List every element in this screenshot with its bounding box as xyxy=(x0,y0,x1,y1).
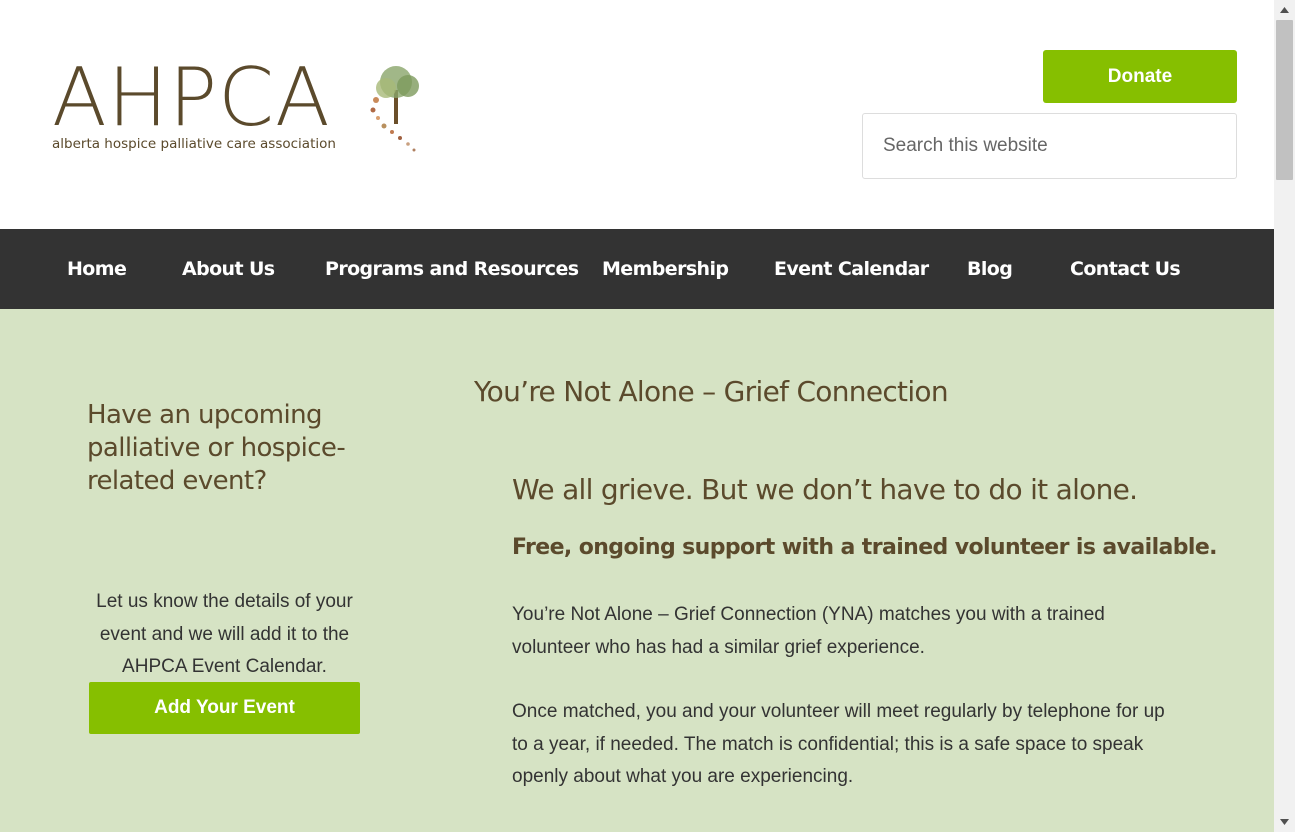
site-header: AHPCA alberta hospice palliative care as… xyxy=(0,0,1274,229)
search-input[interactable] xyxy=(862,113,1237,179)
content-area: Have an upcoming palliative or hospice-r… xyxy=(0,309,1274,832)
scrollbar-thumb[interactable] xyxy=(1276,20,1293,180)
vertical-scrollbar[interactable] xyxy=(1274,0,1295,832)
logo-subtitle: alberta hospice palliative care associat… xyxy=(52,136,336,152)
scroll-up-arrow-icon[interactable] xyxy=(1274,0,1295,20)
site-logo[interactable]: AHPCA alberta hospice palliative care as… xyxy=(52,58,432,158)
content-heading: We all grieve. But we don’t have to do i… xyxy=(512,473,1138,506)
nav-item-blog[interactable]: Blog xyxy=(967,229,1013,309)
nav-item-home[interactable]: Home xyxy=(67,229,127,309)
nav-item-contact-us[interactable]: Contact Us xyxy=(1070,229,1181,309)
nav-item-event-calendar[interactable]: Event Calendar xyxy=(774,229,929,309)
main-navigation: Home About Us Programs and Resources Mem… xyxy=(0,229,1274,309)
nav-item-membership[interactable]: Membership xyxy=(602,229,729,309)
sidebar-heading: Have an upcoming palliative or hospice-r… xyxy=(87,400,346,496)
nav-item-programs-and-resources[interactable]: Programs and Resources xyxy=(325,229,579,309)
page: AHPCA alberta hospice palliative care as… xyxy=(0,0,1274,832)
donate-button[interactable]: Donate xyxy=(1043,50,1237,103)
sidebar-text: Let us know the details of your event an… xyxy=(96,591,353,677)
content-paragraph: You’re Not Alone – Grief Connection (YNA… xyxy=(512,604,1105,658)
add-your-event-button[interactable]: Add Your Event xyxy=(89,682,360,734)
content-subheading: Free, ongoing support with a trained vol… xyxy=(512,535,1218,560)
tree-logo-icon xyxy=(370,66,419,152)
content-paragraph: Once matched, you and your volunteer wil… xyxy=(512,701,1165,787)
logo-wordmark: AHPCA xyxy=(52,51,331,144)
nav-item-about-us[interactable]: About Us xyxy=(182,229,275,309)
scroll-down-arrow-icon[interactable] xyxy=(1274,812,1295,832)
page-title: You’re Not Alone – Grief Connection xyxy=(474,375,949,408)
